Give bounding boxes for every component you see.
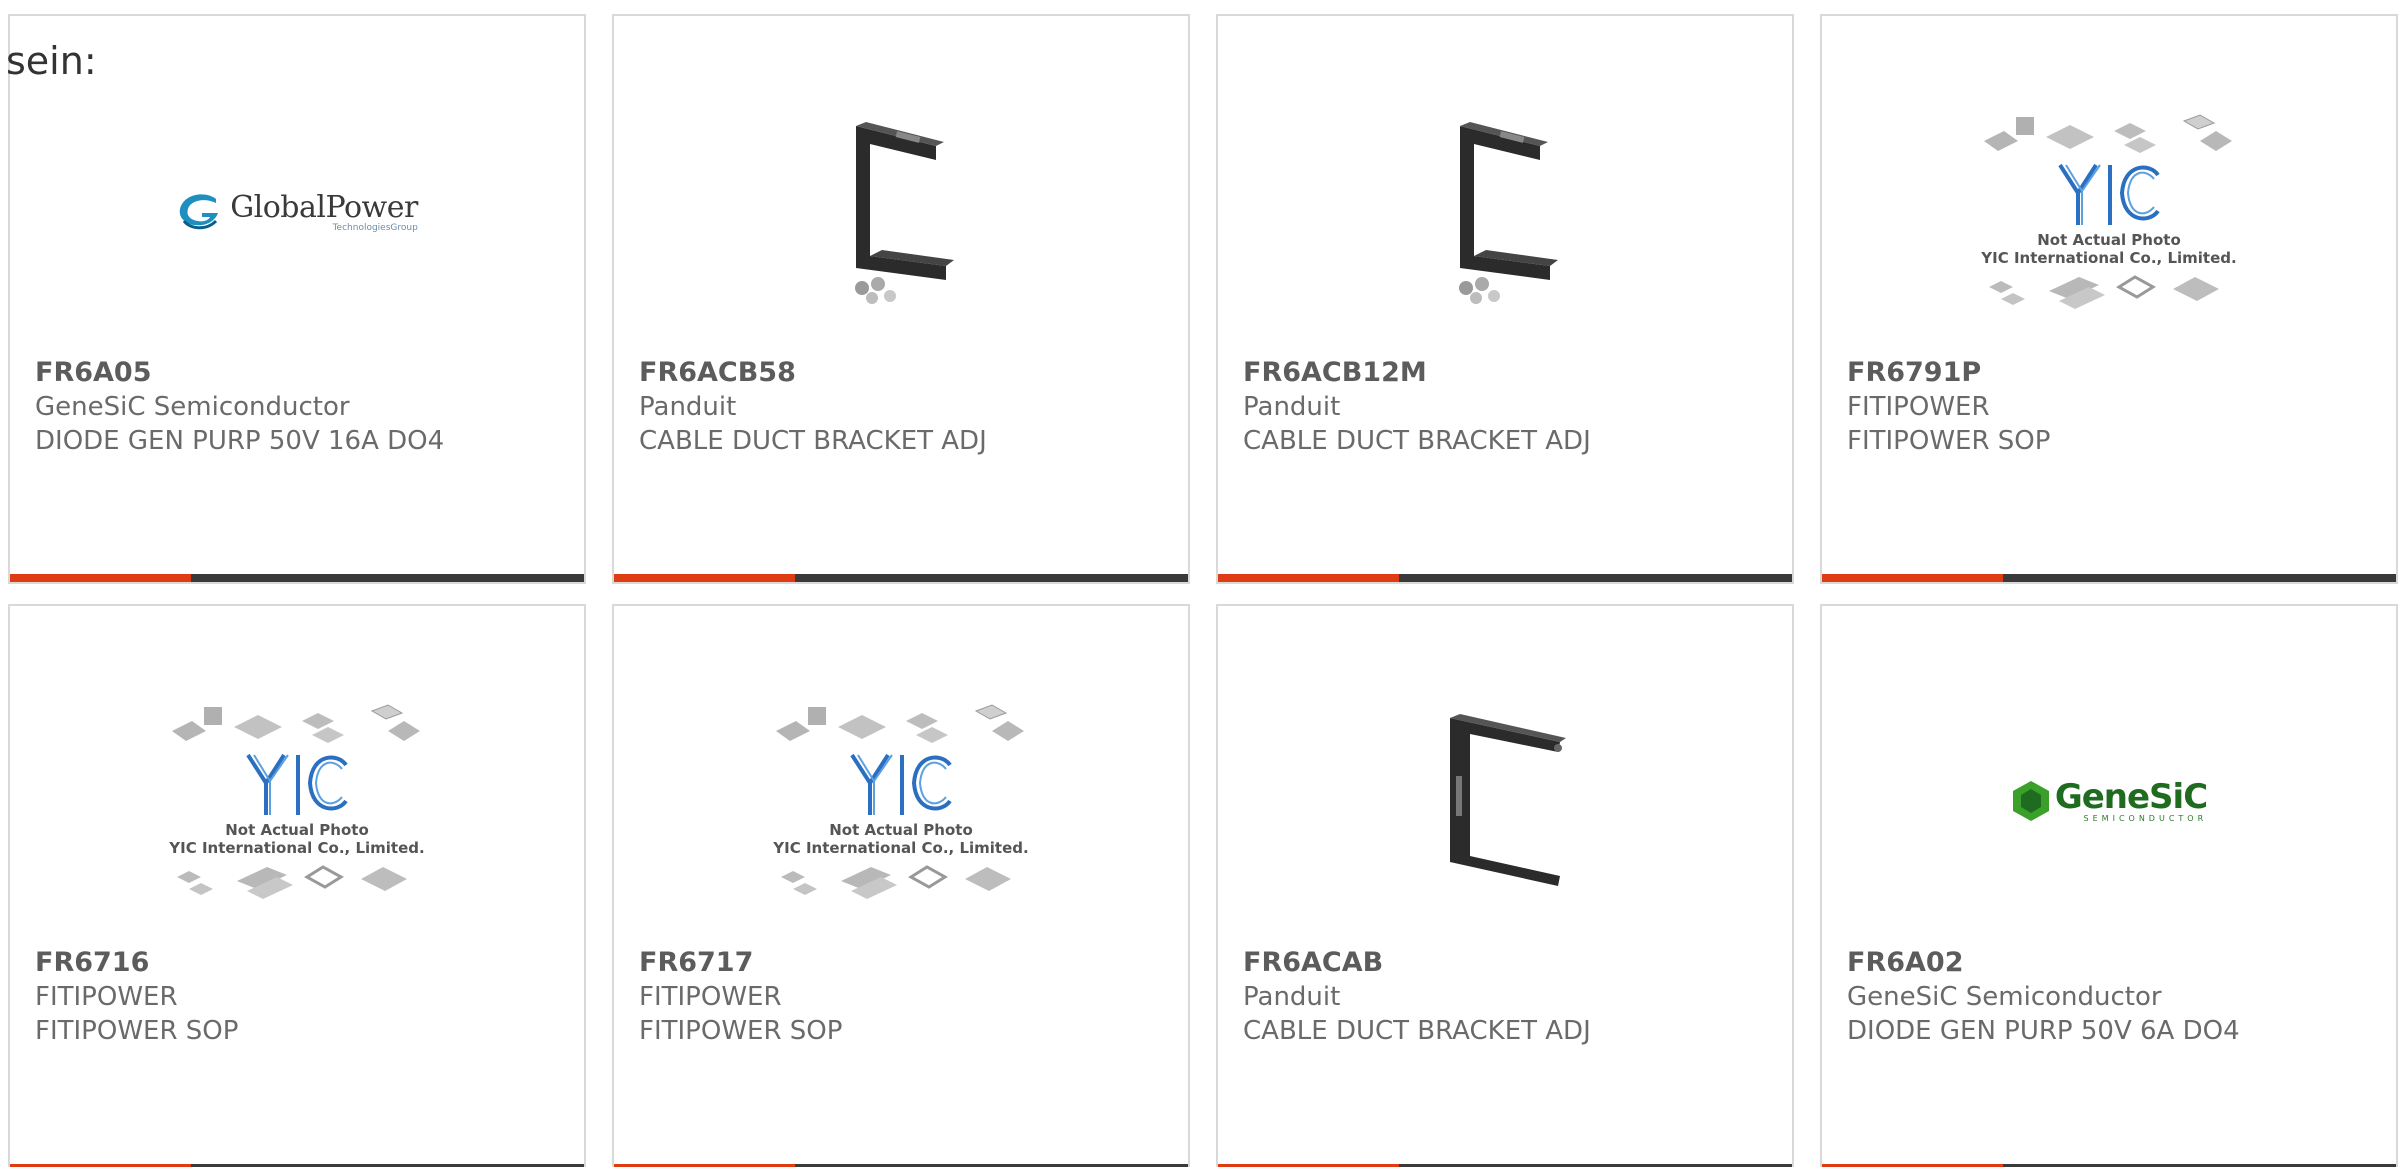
yic-logo-icon (850, 753, 952, 815)
product-card[interactable]: FR6ACAB Panduit CABLE DUCT BRACKET ADJ (1216, 604, 1794, 1167)
manufacturer: FITIPOWER (1847, 392, 1990, 422)
cable-bracket-icon (1459, 122, 1558, 304)
description: FITIPOWER SOP (35, 1016, 239, 1046)
product-card[interactable]: FR6ACB58 Panduit CABLE DUCT BRACKET ADJ (612, 14, 1190, 584)
part-number[interactable]: FR6A05 (35, 356, 564, 390)
intro-text: sein: (6, 39, 97, 83)
yic-logo-icon (2058, 163, 2160, 225)
yic-placeholder: Not Actual Photo YIC International Co., … (1974, 111, 2244, 311)
description: CABLE DUCT BRACKET ADJ (639, 426, 987, 456)
manufacturer: GeneSiC Semiconductor (1847, 982, 2162, 1012)
part-number[interactable]: FR6791P (1847, 356, 2376, 390)
globalpower-subtext: TechnologiesGroup (332, 222, 418, 233)
placeholder-caption: Not Actual Photo YIC International Co., … (773, 821, 1029, 857)
product-card[interactable]: GeneSiC SEMICONDUCTOR FR6A02 GeneSiC Sem… (1820, 604, 2398, 1167)
manufacturer: FITIPOWER (639, 982, 782, 1012)
ic-chips-icon (172, 704, 420, 743)
ic-chips-icon (1989, 275, 2219, 309)
card-accent-bar (614, 574, 1188, 582)
description: FITIPOWER SOP (1847, 426, 2051, 456)
product-card[interactable]: Not Actual Photo YIC International Co., … (612, 604, 1190, 1167)
product-image[interactable] (1218, 76, 1792, 346)
placeholder-caption: Not Actual Photo YIC International Co., … (1981, 231, 2237, 267)
globalpower-wordmark: GlobalPower (230, 189, 418, 225)
card-accent-bar (1218, 574, 1792, 582)
cable-bracket-icon (855, 122, 954, 304)
part-number[interactable]: FR6717 (639, 946, 1168, 980)
part-number[interactable]: FR6ACB12M (1243, 356, 1772, 390)
manufacturer: FITIPOWER (35, 982, 178, 1012)
ic-chips-icon (1984, 114, 2232, 153)
genesic-wordmark: GeneSiC (2054, 776, 2208, 817)
product-card[interactable]: Not Actual Photo YIC International Co., … (8, 604, 586, 1167)
product-image[interactable]: Not Actual Photo YIC International Co., … (10, 666, 584, 936)
ic-chips-icon (776, 704, 1024, 743)
genesic-subtext: SEMICONDUCTOR (2083, 813, 2208, 823)
part-number[interactable]: FR6ACAB (1243, 946, 1772, 980)
card-accent-bar (10, 574, 584, 582)
product-card[interactable]: Not Actual Photo YIC International Co., … (1820, 14, 2398, 584)
placeholder-caption: Not Actual Photo YIC International Co., … (169, 821, 425, 857)
description: CABLE DUCT BRACKET ADJ (1243, 1016, 1591, 1046)
part-number[interactable]: FR6716 (35, 946, 564, 980)
yic-placeholder: Not Actual Photo YIC International Co., … (162, 701, 432, 901)
description: DIODE GEN PURP 50V 6A DO4 (1847, 1016, 2240, 1046)
product-image[interactable]: Not Actual Photo YIC International Co., … (614, 666, 1188, 936)
part-number[interactable]: FR6ACB58 (639, 356, 1168, 390)
manufacturer: Panduit (1243, 982, 1341, 1012)
card-accent-bar (1822, 574, 2396, 582)
ic-chips-icon (177, 865, 407, 899)
product-card[interactable]: GlobalPower TechnologiesGroup FR6A05 Gen… (8, 14, 586, 584)
product-image[interactable]: Not Actual Photo YIC International Co., … (1822, 76, 2396, 346)
product-card[interactable]: FR6ACB12M Panduit CABLE DUCT BRACKET ADJ (1216, 14, 1794, 584)
manufacturer: GeneSiC Semiconductor (35, 392, 350, 422)
description: DIODE GEN PURP 50V 16A DO4 (35, 426, 445, 456)
product-image[interactable] (1218, 666, 1792, 936)
manufacturer: Panduit (639, 392, 737, 422)
cable-bracket-icon (1450, 714, 1566, 886)
description: FITIPOWER SOP (639, 1016, 843, 1046)
product-grid-page: sein: GlobalPower TechnologiesGroup FR6A… (0, 0, 2400, 1167)
product-image[interactable]: GeneSiC SEMICONDUCTOR (1822, 666, 2396, 936)
globalpower-swirl-icon (179, 194, 219, 230)
yic-logo-icon (246, 753, 348, 815)
genesic-logo: GeneSiC SEMICONDUCTOR (2011, 776, 2208, 823)
part-number[interactable]: FR6A02 (1847, 946, 2376, 980)
genesic-hex-icon (2012, 781, 2049, 821)
globalpower-logo: GlobalPower TechnologiesGroup (176, 190, 418, 233)
product-image[interactable]: GlobalPower TechnologiesGroup (10, 76, 584, 346)
manufacturer: Panduit (1243, 392, 1341, 422)
ic-chips-icon (781, 865, 1011, 899)
yic-placeholder: Not Actual Photo YIC International Co., … (766, 701, 1036, 901)
description: CABLE DUCT BRACKET ADJ (1243, 426, 1591, 456)
product-image[interactable] (614, 76, 1188, 346)
